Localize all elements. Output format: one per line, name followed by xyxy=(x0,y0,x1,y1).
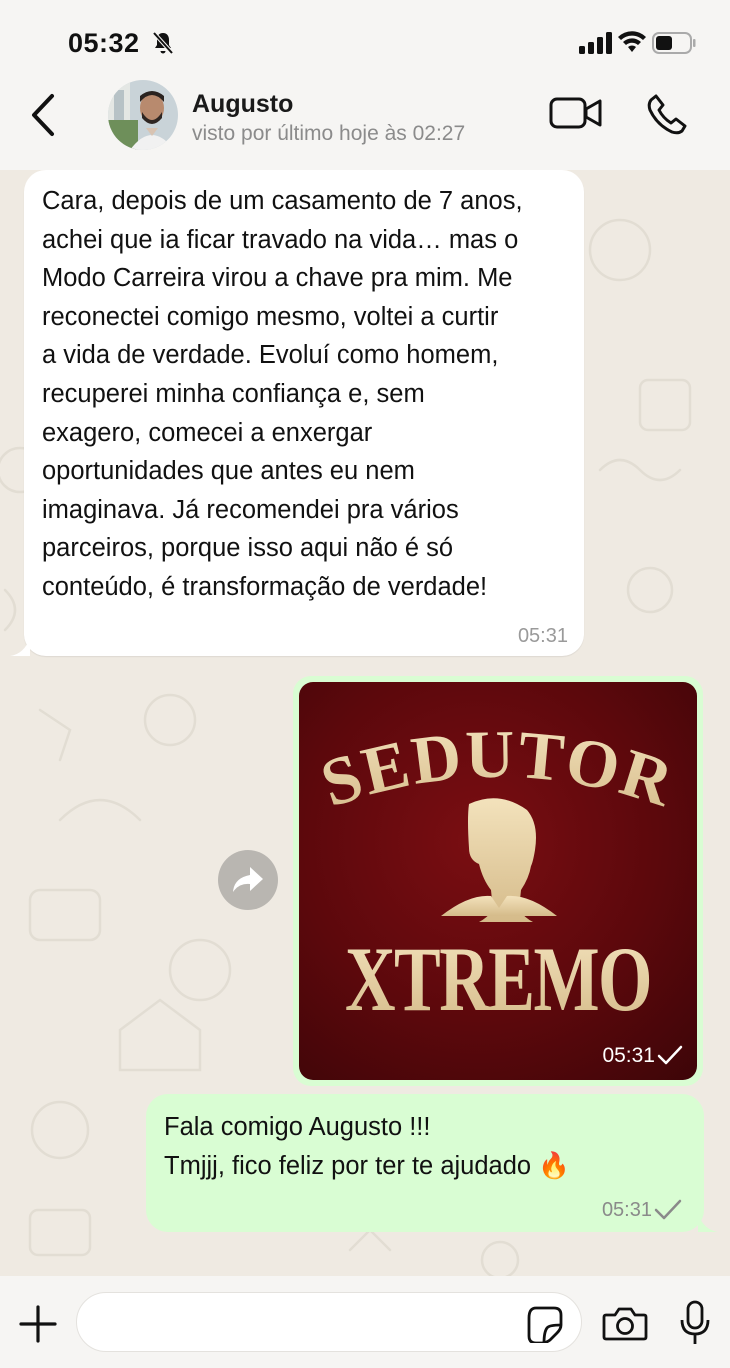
message-time: 05:31 xyxy=(602,1044,655,1067)
bubble-tail xyxy=(10,638,30,656)
sent-check-icon xyxy=(657,1045,683,1065)
video-call-icon[interactable] xyxy=(548,94,604,132)
phone-icon[interactable] xyxy=(646,92,692,136)
outgoing-image-message[interactable]: SEDUTOR XTREMO 05:31 xyxy=(293,676,703,1086)
last-seen-status: visto por último hoje às 02:27 xyxy=(192,122,466,145)
camera-icon[interactable] xyxy=(602,1306,648,1342)
sedutor-xtremo-logo-image[interactable]: SEDUTOR XTREMO 05:31 xyxy=(299,682,697,1080)
status-bar: 05:32 xyxy=(0,0,730,80)
avatar[interactable] xyxy=(108,80,178,150)
outgoing-message[interactable]: Fala comigo Augusto !!! Tmjjj, fico feli… xyxy=(146,1094,718,1232)
bell-off-icon xyxy=(152,31,174,55)
outgoing-line-2: Tmjjj, fico feliz por ter te ajudado 🔥 xyxy=(164,1151,570,1180)
plus-icon[interactable] xyxy=(18,1304,58,1344)
sent-check-icon xyxy=(654,1199,682,1220)
message-input-bar xyxy=(0,1276,730,1368)
incoming-message[interactable]: Cara, depois de um casamento de 7 anos, … xyxy=(10,170,584,656)
wifi-icon xyxy=(618,31,646,52)
forward-icon xyxy=(233,867,263,892)
forward-button[interactable] xyxy=(218,850,278,910)
incoming-message-text: Cara, depois de um casamento de 7 anos, … xyxy=(42,187,523,601)
outgoing-line-1: Fala comigo Augusto !!! xyxy=(164,1113,431,1141)
logo-line-2: XTREMO xyxy=(345,928,651,1030)
signal-icon xyxy=(579,32,612,54)
mic-icon[interactable] xyxy=(679,1300,711,1346)
message-time: 05:31 xyxy=(517,625,568,647)
message-input[interactable] xyxy=(76,1292,582,1352)
bubble-tail xyxy=(698,1214,718,1232)
sticker-icon[interactable] xyxy=(526,1305,564,1343)
message-time: 05:31 xyxy=(601,1199,652,1221)
chat-area[interactable]: Cara, depois de um casamento de 7 anos, … xyxy=(0,170,730,1276)
status-time: 05:32 xyxy=(68,28,140,58)
back-icon[interactable] xyxy=(26,92,60,138)
outgoing-message-text: Fala comigo Augusto !!! Tmjjj, fico feli… xyxy=(164,1108,684,1185)
chat-header: Augusto visto por último hoje às 02:27 xyxy=(0,80,730,170)
man-silhouette-icon xyxy=(441,798,557,922)
battery-icon xyxy=(652,32,696,54)
contact-name[interactable]: Augusto xyxy=(192,90,293,119)
